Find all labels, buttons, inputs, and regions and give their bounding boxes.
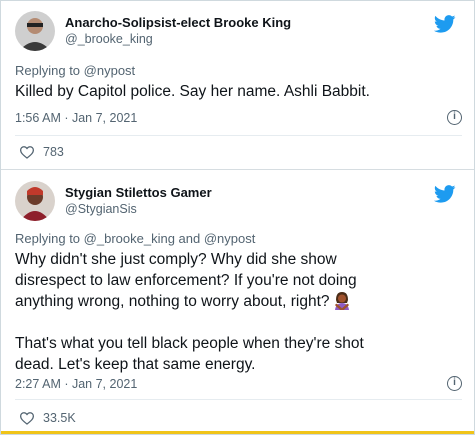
tweet-text-line: disrespect to law enforcement? If you're… — [15, 272, 357, 289]
like-count: 783 — [43, 145, 64, 159]
replying-to-link[interactable]: @nypost — [84, 63, 136, 78]
heart-icon[interactable] — [19, 411, 35, 425]
avatar[interactable] — [15, 181, 55, 221]
like-count: 33.5K — [43, 411, 76, 425]
tweet-brooke-king: Anarcho-Solipsist-elect Brooke King @_br… — [1, 1, 475, 169]
avatar[interactable] — [15, 11, 55, 51]
twitter-bird-icon — [434, 15, 456, 33]
replying-label: Replying to — [15, 231, 81, 246]
heart-icon[interactable] — [19, 145, 35, 159]
like-control[interactable]: 783 — [19, 145, 64, 159]
woman-gesturing-no-emoji — [334, 292, 349, 310]
like-control[interactable]: 33.5K — [19, 411, 76, 425]
tweet-text-line: Why didn't she just comply? Why did she … — [15, 251, 337, 268]
tweet-text: Killed by Capitol police. Say her name. … — [15, 83, 370, 100]
bottom-border — [1, 431, 474, 434]
user-handle[interactable]: @_brooke_king — [65, 32, 153, 46]
replying-to: Replying to @nypost — [15, 63, 135, 78]
tweet-thread-screenshot: Anarcho-Solipsist-elect Brooke King @_br… — [0, 0, 475, 435]
replying-to-link[interactable]: @_brooke_king and @nypost — [84, 231, 256, 246]
twitter-bird-icon — [434, 185, 456, 203]
tweet-timestamp[interactable]: 2:27 AM · Jan 7, 2021 — [15, 377, 137, 391]
info-icon[interactable]: i — [447, 376, 462, 391]
tweet-text-line: anything wrong, nothing to worry about, … — [15, 291, 364, 312]
user-handle[interactable]: @StygianSis — [65, 202, 137, 216]
tweet-timestamp[interactable]: 1:56 AM · Jan 7, 2021 — [15, 111, 137, 125]
display-name[interactable]: Stygian Stilettos Gamer — [65, 185, 212, 200]
tweet-text-line: That's what you tell black people when t… — [15, 335, 364, 352]
display-name[interactable]: Anarcho-Solipsist-elect Brooke King — [65, 15, 291, 30]
divider — [15, 135, 462, 136]
divider — [15, 399, 462, 400]
replying-to: Replying to @_brooke_king and @nypost — [15, 231, 255, 246]
replying-label: Replying to — [15, 63, 81, 78]
tweet-text: Why didn't she just comply? Why did she … — [15, 249, 364, 375]
tweet-stygian: Stygian Stilettos Gamer @StygianSis Repl… — [1, 169, 475, 435]
info-icon[interactable]: i — [447, 110, 462, 125]
tweet-text-line: dead. Let's keep that same energy. — [15, 356, 256, 373]
